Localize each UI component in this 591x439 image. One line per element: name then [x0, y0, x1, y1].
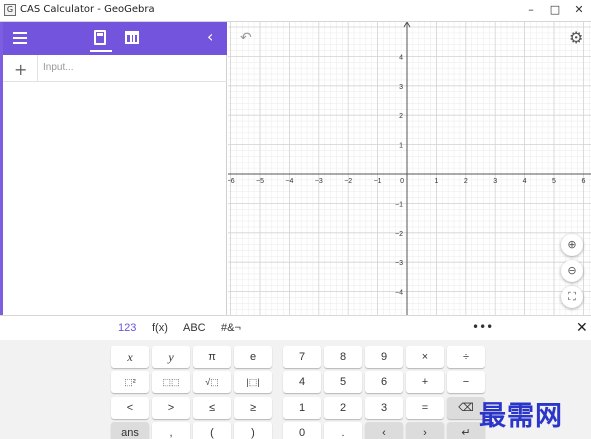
key-pi[interactable]: π — [193, 346, 231, 368]
algebra-input[interactable]: Input... — [43, 62, 74, 73]
key-2[interactable]: 2 — [324, 397, 362, 419]
graphics-view[interactable]: −6 −5 −4 −3 −2 −1 0 1 2 3 4 5 6 4 3 2 1 −1 −2 −3 −4 ↶ ⚙ ⊕ ⊖ … — [228, 22, 591, 315]
key-comma[interactable]: , — [152, 422, 190, 439]
window-title: CAS Calculator - GeoGebra — [20, 4, 155, 15]
keyboard-tabs: 123 f(x) ABC #&¬ ••• ✕ — [0, 316, 591, 340]
geogebra-icon: G — [4, 4, 16, 16]
coordinate-grid[interactable]: −6 −5 −4 −3 −2 −1 0 1 2 3 4 5 6 4 3 2 1 −1 −2 −3 −4 — [228, 22, 591, 315]
x-tick-label: 0 — [400, 178, 404, 185]
chevron-left-icon[interactable]: ‹ — [207, 28, 213, 46]
x-tick-label: −5 — [256, 178, 264, 185]
key-9[interactable]: 9 — [365, 346, 403, 368]
x-tick-label: −6 — [228, 178, 235, 185]
plus-icon[interactable]: + — [14, 60, 27, 79]
zoom-in-button[interactable]: ⊕ — [561, 234, 583, 256]
key-greater[interactable]: > — [152, 397, 190, 419]
tab-symbols[interactable]: #&¬ — [221, 322, 241, 334]
key-ans[interactable]: ans — [111, 422, 149, 439]
algebra-panel: ‹ + Input... — [0, 22, 227, 315]
key-squared[interactable]: ⬚² — [111, 371, 149, 393]
x-tick-label: 4 — [523, 178, 527, 185]
key-less[interactable]: < — [111, 397, 149, 419]
calculator-icon[interactable] — [94, 30, 106, 45]
y-tick-label: 4 — [399, 54, 403, 61]
maximize-button[interactable]: □ — [543, 0, 567, 22]
minimize-button[interactable]: – — [519, 0, 543, 22]
y-tick-label: −2 — [395, 231, 403, 238]
undo-icon[interactable]: ↶ — [240, 30, 252, 46]
key-x[interactable]: x — [111, 346, 149, 368]
x-tick-label: 2 — [464, 178, 468, 185]
gear-icon[interactable]: ⚙ — [569, 28, 583, 47]
tab-letters[interactable]: ABC — [183, 322, 206, 334]
arrow-right-key[interactable]: › — [406, 422, 444, 439]
key-5[interactable]: 5 — [324, 371, 362, 393]
key-3[interactable]: 3 — [365, 397, 403, 419]
watermark-logo: 最需网 — [479, 401, 563, 432]
fullscreen-button[interactable]: ⛶ — [561, 286, 583, 308]
close-window-button[interactable]: ✕ — [567, 0, 591, 22]
x-tick-label: −2 — [344, 178, 352, 185]
x-tick-label: 1 — [434, 178, 438, 185]
active-view-indicator — [90, 50, 112, 52]
x-tick-label: −1 — [374, 178, 382, 185]
key-divide[interactable]: ÷ — [447, 346, 485, 368]
key-less-equal[interactable]: ≤ — [193, 397, 231, 419]
x-tick-label: −4 — [285, 178, 293, 185]
key-8[interactable]: 8 — [324, 346, 362, 368]
key-1[interactable]: 1 — [283, 397, 321, 419]
menu-icon[interactable] — [13, 32, 27, 44]
table-icon[interactable] — [125, 31, 139, 44]
key-power[interactable]: ⬚⬚ — [152, 371, 190, 393]
key-abs[interactable]: |⬚| — [234, 371, 272, 393]
key-open-paren[interactable]: ( — [193, 422, 231, 439]
algebra-input-row[interactable]: + Input... — [3, 55, 227, 82]
key-equals[interactable]: = — [406, 397, 444, 419]
y-tick-label: 3 — [399, 84, 403, 91]
key-7[interactable]: 7 — [283, 346, 321, 368]
key-minus[interactable]: − — [447, 371, 485, 393]
tab-functions[interactable]: f(x) — [152, 322, 168, 334]
arrow-left-key[interactable]: ‹ — [365, 422, 403, 439]
x-tick-label: 5 — [552, 178, 556, 185]
key-4[interactable]: 4 — [283, 371, 321, 393]
key-e[interactable]: e — [234, 346, 272, 368]
y-tick-label: −1 — [395, 201, 403, 208]
y-tick-label: 1 — [399, 143, 403, 150]
x-tick-label: 3 — [493, 178, 497, 185]
close-keyboard-icon[interactable]: ✕ — [576, 320, 588, 336]
y-tick-label: 2 — [399, 113, 403, 120]
key-decimal[interactable]: . — [324, 422, 362, 439]
tab-numbers[interactable]: 123 — [118, 322, 136, 334]
key-greater-equal[interactable]: ≥ — [234, 397, 272, 419]
algebra-header: ‹ — [3, 22, 227, 55]
y-tick-label: −3 — [395, 260, 403, 267]
key-0[interactable]: 0 — [283, 422, 321, 439]
key-plus[interactable]: + — [406, 371, 444, 393]
title-bar: G CAS Calculator - GeoGebra – □ ✕ — [0, 0, 591, 22]
zoom-out-button[interactable]: ⊖ — [561, 260, 583, 282]
key-sqrt[interactable]: √⬚ — [193, 371, 231, 393]
y-tick-label: −4 — [395, 290, 403, 297]
key-6[interactable]: 6 — [365, 371, 403, 393]
key-close-paren[interactable]: ) — [234, 422, 272, 439]
key-y[interactable]: y — [152, 346, 190, 368]
x-tick-label: 6 — [581, 178, 585, 185]
x-tick-label: −3 — [315, 178, 323, 185]
key-times[interactable]: × — [406, 346, 444, 368]
more-icon[interactable]: ••• — [472, 320, 493, 334]
input-divider — [37, 55, 38, 82]
